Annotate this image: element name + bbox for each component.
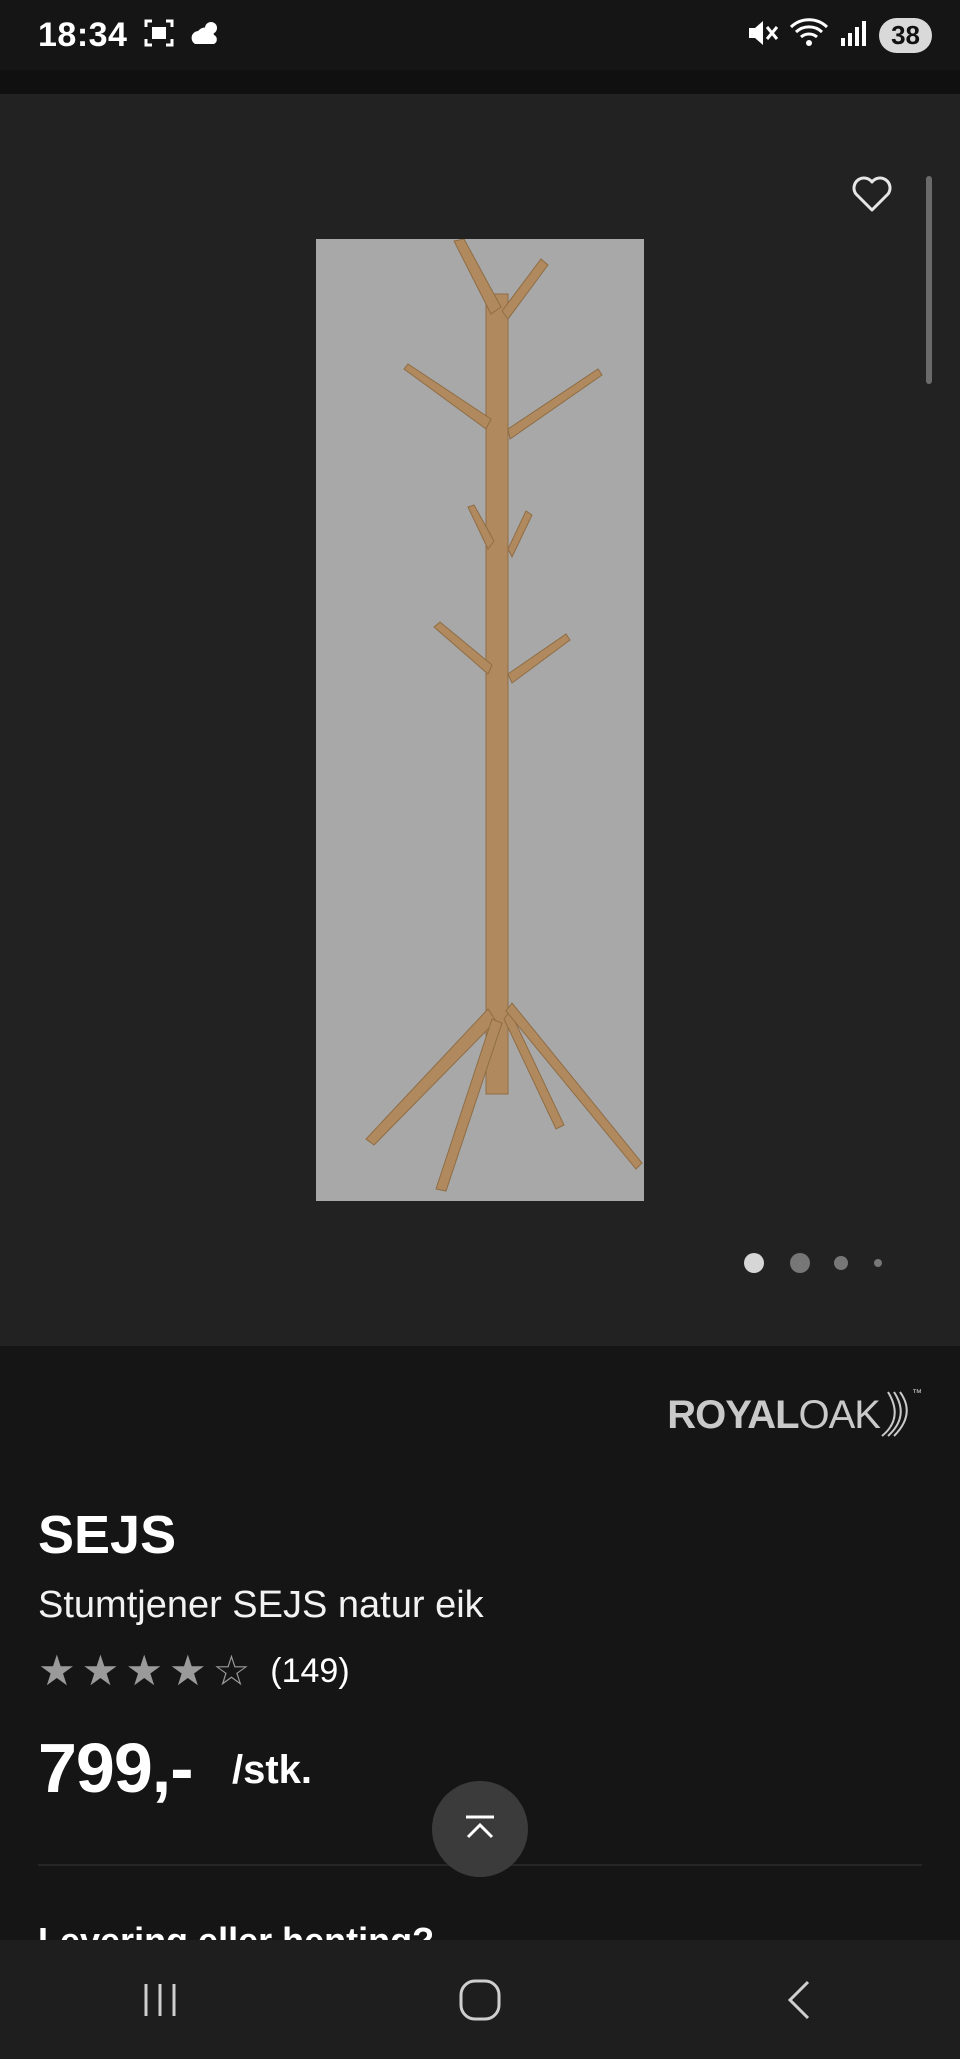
product-name: SEJS [38, 1505, 177, 1565]
arrow-up-icon [466, 1815, 494, 1839]
star-half-icon: ☆ [212, 1647, 251, 1694]
star-full-icon: ★ [125, 1647, 163, 1694]
home-button[interactable] [420, 1960, 540, 2040]
clock: 18:34 [38, 15, 128, 54]
screenshot-icon [143, 17, 175, 54]
back-button[interactable] [740, 1960, 860, 2040]
star-full-icon: ★ [81, 1647, 120, 1694]
system-nav-bar [0, 1940, 960, 2059]
back-icon [787, 1980, 810, 2019]
wifi-icon [789, 17, 829, 54]
carousel-dot[interactable] [874, 1259, 882, 1267]
gallery-scrollbar[interactable] [926, 176, 932, 384]
brand-part2: OAK [798, 1393, 881, 1437]
star-full-icon: ★ [38, 1647, 76, 1694]
rating[interactable]: ★ ★ ★ ★ ☆ (149) [38, 1650, 350, 1692]
home-icon [459, 1979, 501, 2020]
top-strip [0, 70, 960, 94]
battery-indicator: 38 [879, 17, 932, 53]
scroll-to-top-button[interactable] [432, 1781, 528, 1877]
product-description: Stumtjener SEJS natur eik [38, 1584, 484, 1626]
carousel-dot[interactable] [744, 1253, 764, 1273]
mute-icon [745, 17, 779, 54]
brand-part1: ROYAL [667, 1393, 799, 1437]
signal-icon [839, 18, 869, 53]
brand-swoosh-icon [881, 1391, 908, 1437]
star-full-icon: ★ [168, 1647, 207, 1694]
trademark-symbol: ™ [912, 1388, 922, 1399]
recent-apps-button[interactable] [100, 1960, 220, 2040]
image-gallery[interactable] [0, 94, 960, 1346]
carousel-dot[interactable] [834, 1256, 848, 1270]
review-count: (149) [270, 1651, 350, 1690]
coat-stand-illustration [365, 238, 643, 1192]
heart-icon[interactable] [848, 170, 896, 218]
delivery-heading[interactable]: Levering eller henting? [38, 1918, 434, 1940]
carousel-dot[interactable] [790, 1253, 810, 1273]
product-page: 18:34 38 ROYAL OAK ™ SEJS Stumtjener SEJ… [0, 0, 960, 2059]
product-image[interactable] [316, 238, 644, 1201]
price-unit: /stk. [232, 1748, 313, 1792]
product-info: ROYAL OAK ™ SEJS Stumtjener SEJS natur e… [0, 1346, 960, 1940]
carousel-dots [744, 1253, 882, 1273]
status-bar: 18:34 38 [0, 0, 960, 70]
recent-apps-icon [144, 1983, 176, 2016]
brand-logo[interactable]: ROYAL OAK ™ [667, 1388, 922, 1438]
product-price: 799,- [38, 1729, 194, 1807]
weather-icon [189, 18, 223, 53]
